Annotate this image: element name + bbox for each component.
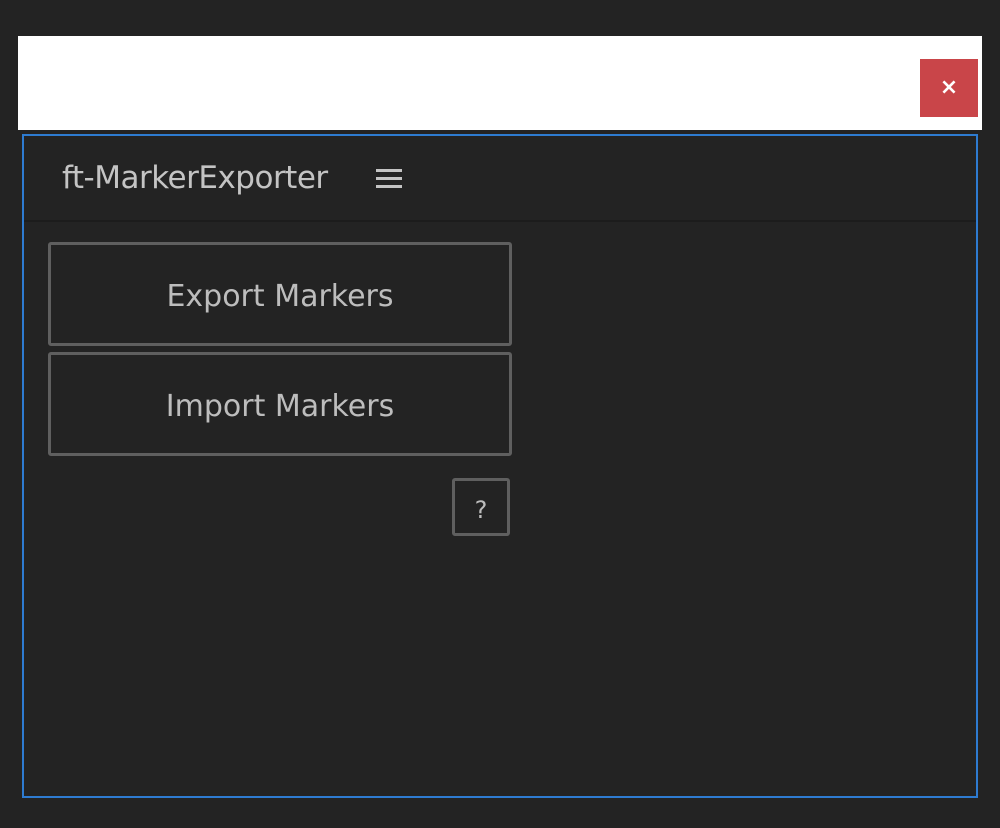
- panel-title: ft-MarkerExporter: [62, 160, 328, 196]
- close-button[interactable]: ×: [920, 59, 978, 117]
- hamburger-menu-icon[interactable]: [376, 166, 402, 192]
- menu-icon-bar: [376, 177, 402, 180]
- menu-icon-bar: [376, 185, 402, 188]
- menu-icon-bar: [376, 169, 402, 172]
- screen: × ft-MarkerExporter Export Markers Impor…: [0, 0, 1000, 828]
- panel-header: ft-MarkerExporter: [24, 136, 976, 222]
- help-button[interactable]: ?: [452, 478, 510, 536]
- import-markers-button[interactable]: Import Markers: [48, 352, 512, 456]
- extension-panel: ft-MarkerExporter Export Markers Import …: [22, 134, 978, 798]
- window-titlebar: [18, 36, 982, 130]
- export-markers-button[interactable]: Export Markers: [48, 242, 512, 346]
